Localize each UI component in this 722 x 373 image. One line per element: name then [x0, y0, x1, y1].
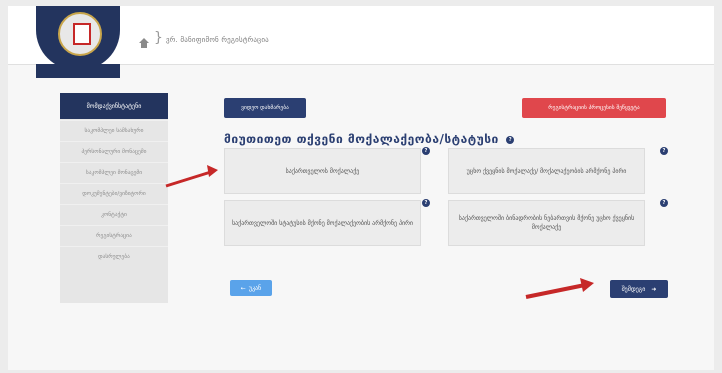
logo-ribbon	[36, 64, 120, 78]
page-title: მიუთითეთ თქვენი მოქალაქეობა/სტატუსი ?	[224, 132, 515, 146]
citizenship-option[interactable]: საქართველოში სტატუსის მქონე მოქალაქეობის…	[224, 200, 421, 246]
citizenship-option[interactable]: საქართველოს მოქალაქე	[224, 148, 421, 194]
info-icon[interactable]: ?	[660, 199, 668, 207]
breadcrumb: ვრ. მანიფიმონ რეგისტრაცია	[166, 36, 269, 44]
sidebar-item[interactable]: კონტაქტი	[60, 204, 168, 225]
home-icon[interactable]	[138, 34, 150, 48]
sidebar-item[interactable]: რეგისტრაცია	[60, 225, 168, 246]
info-icon[interactable]: ?	[660, 147, 668, 155]
citizenship-option[interactable]: საქართველოში ბინადრობის ნებართვის მქონე …	[448, 200, 645, 246]
breadcrumb-separator: }	[154, 30, 163, 46]
sidebar-item[interactable]: პერსონალური მონაცემი	[60, 141, 168, 162]
page: } ვრ. მანიფიმონ რეგისტრაცია მომდაქვინსტა…	[8, 6, 714, 370]
option-label: უცხო ქვეყნის მოქალაქე/ მოქალაქეობის არმქ…	[466, 167, 627, 175]
page-title-text: მიუთითეთ თქვენი მოქალაქეობა/სტატუსი	[224, 132, 499, 146]
arrow-left-icon: ←	[240, 284, 246, 292]
sidebar-item[interactable]: საკომპლეი მონაცემი	[60, 162, 168, 183]
coat-of-arms-icon	[58, 12, 102, 56]
option-label: საქართველოს მოქალაქე	[285, 167, 360, 175]
citizenship-option[interactable]: უცხო ქვეყნის მოქალაქე/ მოქალაქეობის არმქ…	[448, 148, 645, 194]
arrow-right-icon: ➜	[651, 285, 657, 293]
sidebar: მომდაქვინსტატენი საკომპლეი სამსახური პერ…	[60, 93, 168, 303]
back-label: უკან	[248, 284, 262, 292]
next-button[interactable]: შემდეგი ➜	[610, 280, 668, 298]
sidebar-item[interactable]: საკომპლეი სამსახური	[60, 120, 168, 141]
next-label: შემდეგი	[621, 285, 646, 293]
cancel-registration-button[interactable]: რეგისტრაციის პროცესის შეწყვეტა	[522, 98, 666, 118]
video-help-button[interactable]: ვიდეო დახმარება	[224, 98, 306, 118]
info-icon[interactable]: ?	[422, 147, 430, 155]
sidebar-item[interactable]: დოკუმენტები/ვიზიტორი	[60, 183, 168, 204]
option-label: საქართველოში სტატუსის მქონე მოქალაქეობის…	[231, 219, 414, 227]
info-icon[interactable]: ?	[506, 136, 515, 144]
back-button[interactable]: ← უკან	[230, 280, 272, 296]
option-label: საქართველოში ბინადრობის ნებართვის მქონე …	[458, 215, 635, 231]
sidebar-title[interactable]: მომდაქვინსტატენი	[60, 93, 168, 119]
sidebar-item[interactable]: დასრულება	[60, 246, 168, 267]
info-icon[interactable]: ?	[422, 199, 430, 207]
